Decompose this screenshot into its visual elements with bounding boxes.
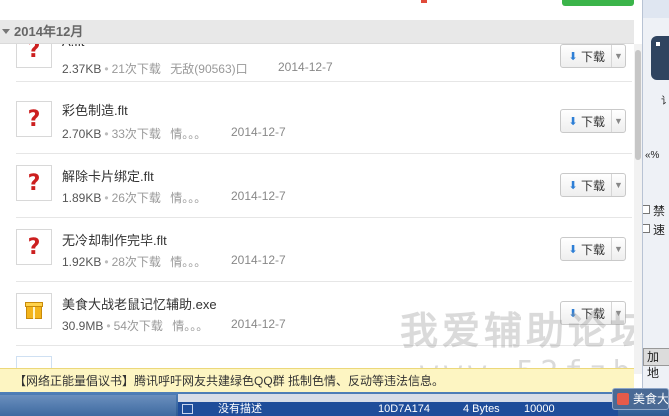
month-label: 2014年12月 xyxy=(14,24,84,39)
question-icon: ? xyxy=(27,234,41,260)
side-window-titlebar xyxy=(643,0,669,18)
taskbar-left-area xyxy=(0,395,176,416)
download-count: 33次下载 xyxy=(111,127,161,141)
row-description: 没有描述 xyxy=(218,403,262,415)
side-option-label: 速 xyxy=(653,223,666,237)
file-size: 2.37KB xyxy=(62,62,102,76)
file-size: 1.92KB xyxy=(62,255,102,269)
question-icon: ? xyxy=(27,170,41,196)
row-bytes: 4 Bytes xyxy=(463,403,500,415)
file-row[interactable]: ? 解除卡片绑定.flt 1.89KB • 26次下载 情。。。 2014-12-7… xyxy=(16,154,632,218)
uploader-name[interactable]: 无敌(90563)口 xyxy=(170,62,247,76)
file-size: 1.89KB xyxy=(62,191,102,205)
side-label-small: «% xyxy=(645,150,660,161)
file-name[interactable]: 无冷却制作完毕.flt xyxy=(62,230,167,249)
upload-date: 2014-12-7 xyxy=(231,125,286,139)
upload-date: 2014-12-7 xyxy=(278,60,333,74)
uploader-name[interactable]: 情。。。 xyxy=(172,319,208,333)
notice-bar[interactable]: 【网络正能量倡议书】腾讯呼吁网友共建绿色QQ群 抵制色情、反动等违法信息。 xyxy=(0,368,634,392)
app-icon xyxy=(617,393,629,405)
side-option-label: 禁 xyxy=(653,204,666,218)
download-button[interactable]: ⬇ 下载 ▼ xyxy=(560,173,626,197)
side-label: 讠 xyxy=(661,92,669,107)
download-count: 21次下载 xyxy=(111,62,161,76)
file-name[interactable]: 解除卡片绑定.flt xyxy=(62,166,154,185)
group-files-panel: ? A.flt 2.37KB•21次下载 无敌(90563)口 2014-12-… xyxy=(0,0,634,416)
upload-date: 2014-12-7 xyxy=(231,317,286,331)
uploader-name[interactable]: 情。。。 xyxy=(170,255,206,269)
download-arrow-icon: ⬇ xyxy=(568,179,578,192)
file-size: 2.70KB xyxy=(62,127,102,141)
forum-watermark: 我爱辅助论坛 xyxy=(400,309,634,353)
file-name[interactable]: 彩色制造.flt xyxy=(62,100,128,119)
download-button[interactable]: ⬇ 下载 ▼ xyxy=(560,109,626,133)
unknown-file-icon: ? xyxy=(16,229,52,265)
row-address: 10D7A174 xyxy=(378,403,430,415)
taskbar-item-game[interactable]: 美食大 xyxy=(612,388,669,410)
file-meta: 30.9MB • 54次下载 情。。。 2014-12-7 xyxy=(62,317,286,333)
side-checkbox[interactable] xyxy=(643,224,650,233)
table-header-strip xyxy=(178,394,618,402)
download-button[interactable]: ⬇ 下载 ▼ xyxy=(560,237,626,261)
file-size: 30.9MB xyxy=(62,319,104,333)
unknown-file-icon: ? xyxy=(16,101,52,137)
uploader-name[interactable]: 情。。。 xyxy=(170,127,206,141)
file-row[interactable]: ? 无冷却制作完毕.flt 1.92KB • 28次下载 情。。。 2014-12-… xyxy=(16,218,632,282)
package-icon xyxy=(25,302,43,320)
download-arrow-icon: ⬇ xyxy=(568,50,578,63)
avatar[interactable] xyxy=(651,36,669,80)
download-arrow-icon: ⬇ xyxy=(568,115,578,128)
download-arrow-icon: ⬇ xyxy=(568,243,578,256)
file-name[interactable]: 美食大战老鼠记忆辅助.exe xyxy=(62,294,217,313)
month-group-header[interactable]: 2014年12月 xyxy=(0,20,634,44)
file-meta: 1.89KB • 26次下载 情。。。 2014-12-7 xyxy=(62,189,286,205)
chevron-down-icon[interactable]: ▼ xyxy=(611,174,625,196)
side-window-fragment: 讠 «% 禁 速 加地 xyxy=(642,0,669,416)
caret-down-icon xyxy=(2,29,10,34)
side-checkbox[interactable] xyxy=(643,205,650,214)
unknown-file-icon: ? xyxy=(16,165,52,201)
download-count: 54次下载 xyxy=(113,319,163,333)
chevron-down-icon[interactable]: ▼ xyxy=(611,45,625,67)
file-row[interactable]: ? 彩色制造.flt 2.70KB • 33次下载 情。。。 2014-12-7 ⬇… xyxy=(16,90,632,154)
download-button[interactable]: ⬇ 下载 ▼ xyxy=(560,44,626,68)
table-row[interactable]: 没有描述 10D7A174 4 Bytes 10000 xyxy=(178,402,618,416)
download-count: 28次下载 xyxy=(111,255,161,269)
file-meta: 2.70KB • 33次下载 情。。。 2014-12-7 xyxy=(62,125,286,141)
file-meta: 1.92KB • 28次下载 情。。。 2014-12-7 xyxy=(62,253,286,269)
uploader-name[interactable]: 情。。。 xyxy=(170,191,206,205)
download-count: 26次下载 xyxy=(111,191,161,205)
scrollbar-thumb[interactable] xyxy=(635,50,641,160)
upload-date: 2014-12-7 xyxy=(231,189,286,203)
question-icon: ? xyxy=(27,106,41,132)
file-meta: 2.37KB • 21次下载 无敌(90563)口 2014-12-7 xyxy=(62,60,333,76)
row-checkbox[interactable] xyxy=(182,404,193,414)
row-value: 10000 xyxy=(524,403,555,415)
vertical-scrollbar[interactable] xyxy=(634,44,642,374)
chevron-down-icon[interactable]: ▼ xyxy=(611,238,625,260)
executable-file-icon xyxy=(16,293,52,329)
upload-date: 2014-12-7 xyxy=(231,253,286,267)
chevron-down-icon[interactable]: ▼ xyxy=(611,110,625,132)
side-add-button[interactable]: 加地 xyxy=(643,348,669,380)
